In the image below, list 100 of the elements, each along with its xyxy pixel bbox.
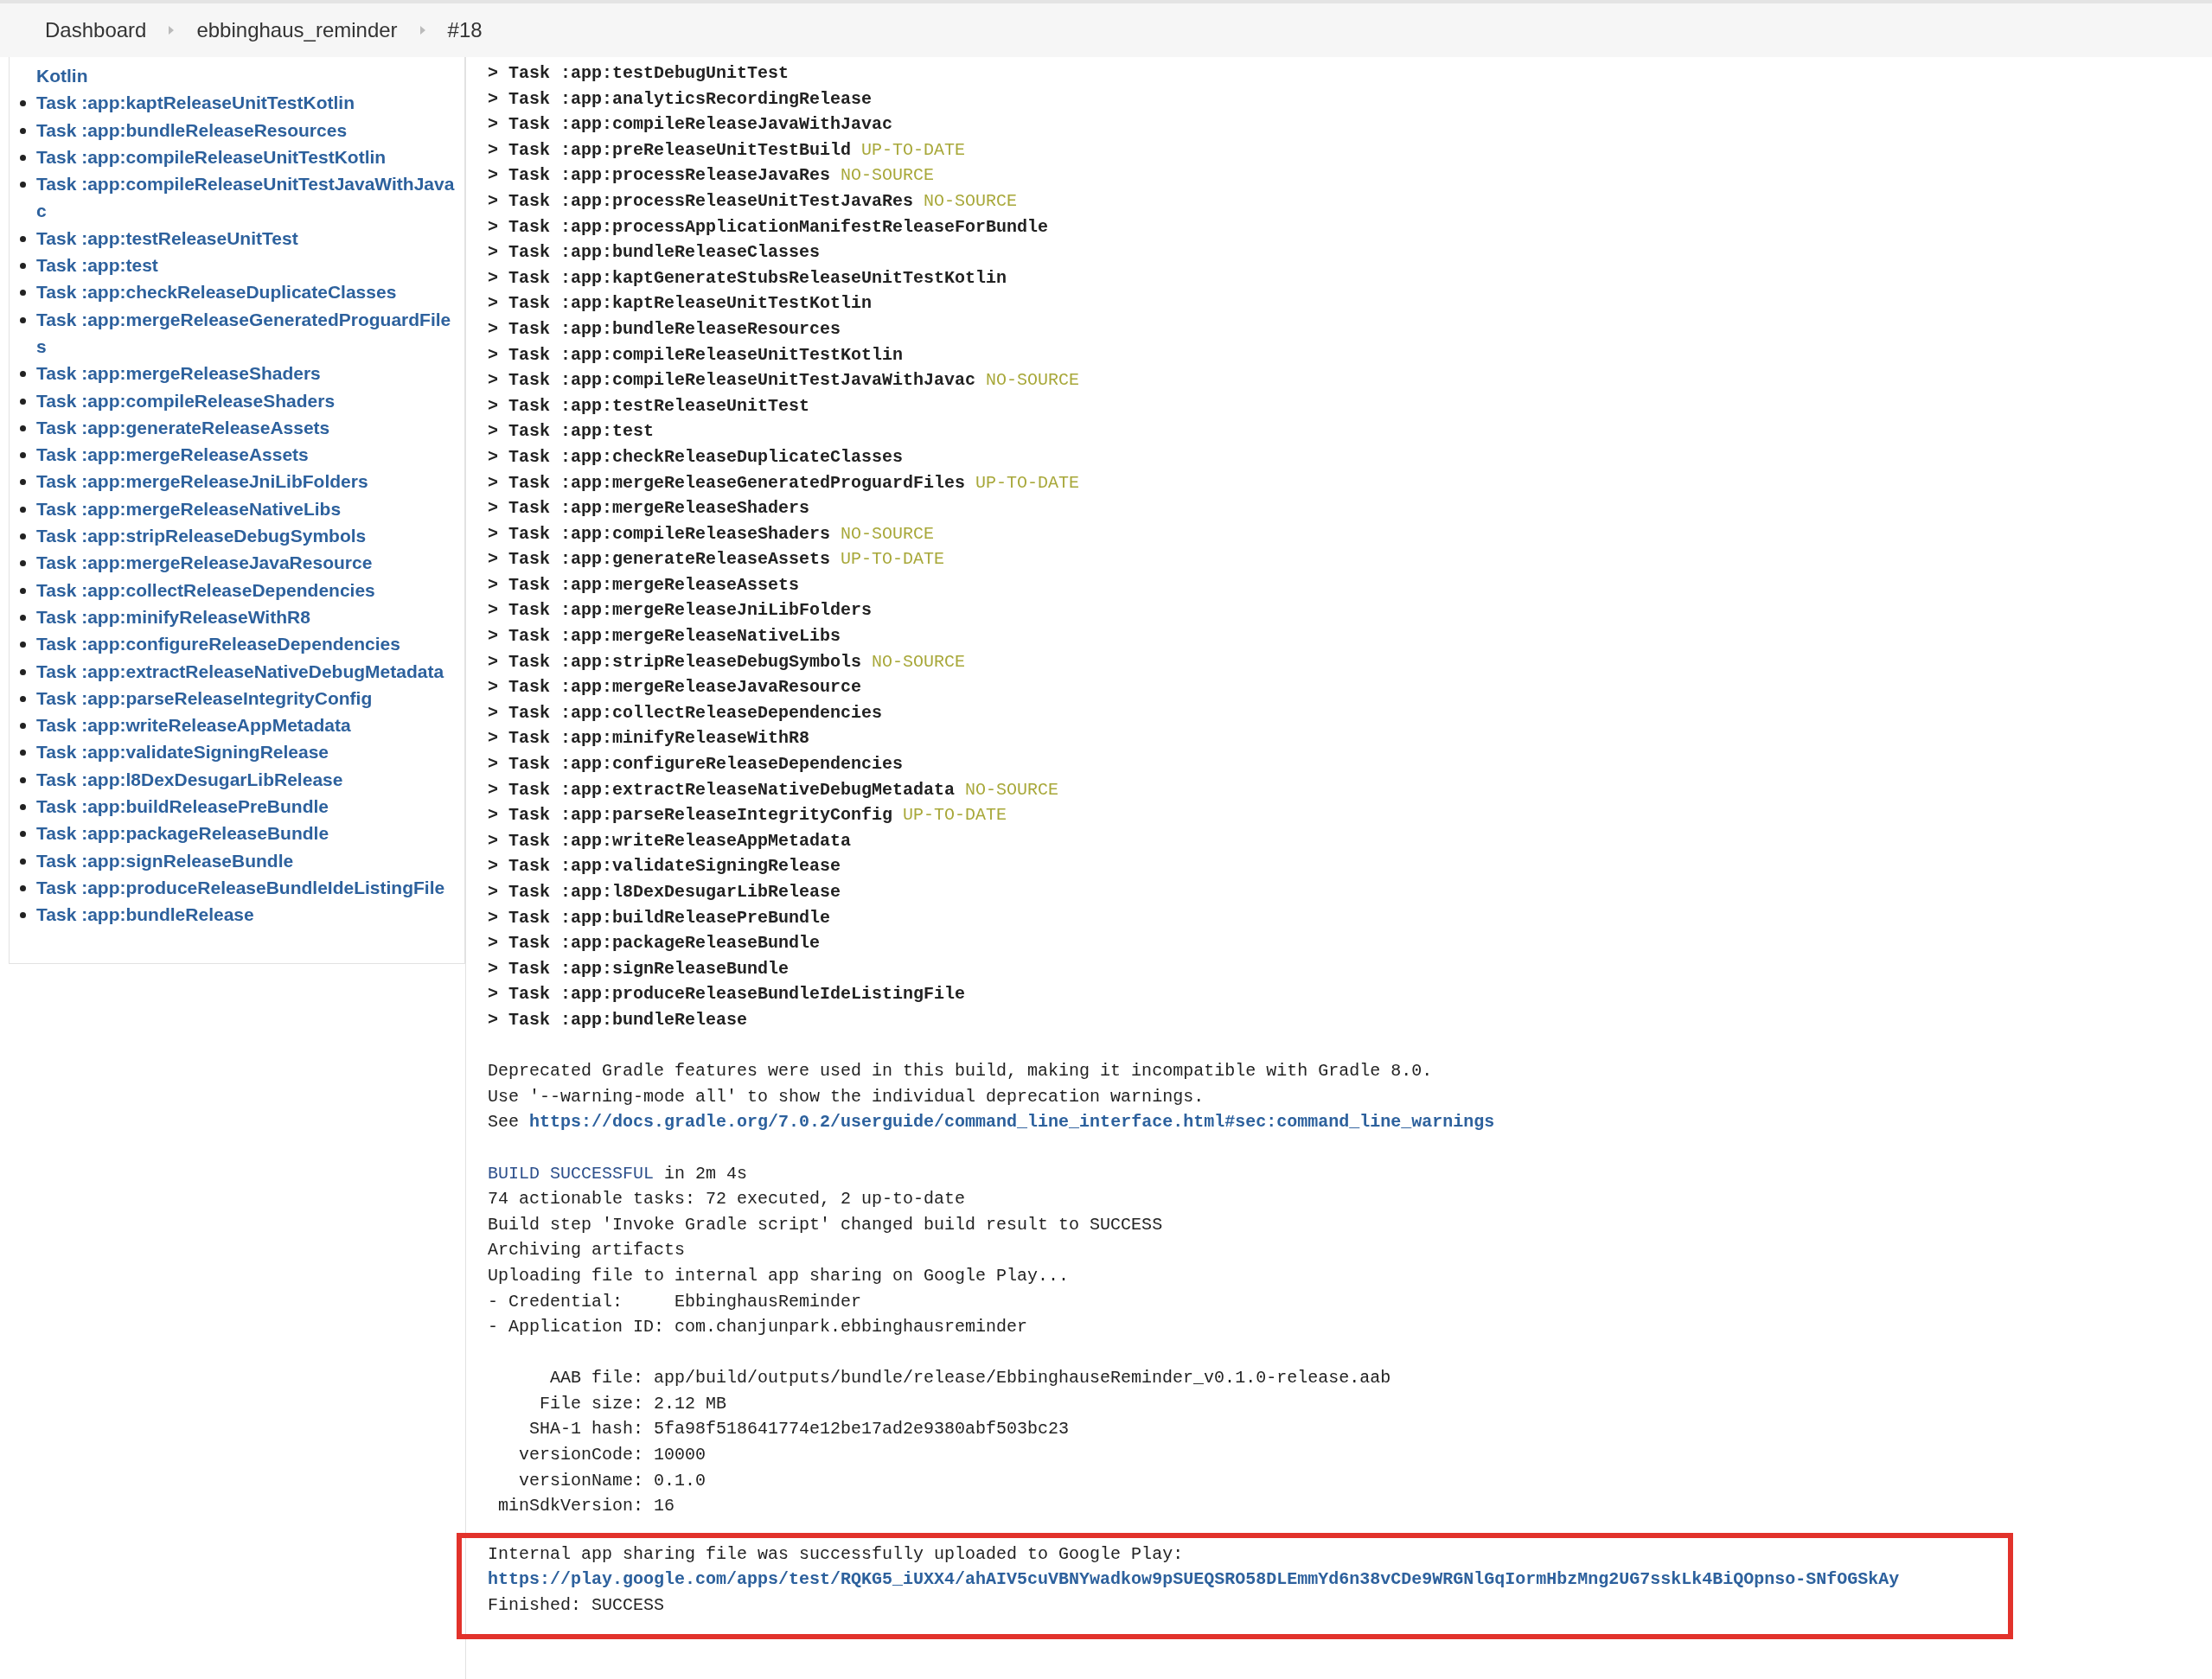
bullet-icon (20, 587, 26, 594)
field-value: 10000 (654, 1444, 706, 1467)
task-line: > Task :app:minifyReleaseWithR8 (488, 727, 810, 750)
task-line: > Task :app:writeReleaseAppMetadata (488, 829, 852, 852)
task-line: > Task :app:packageReleaseBundle (488, 932, 821, 955)
task-link[interactable]: Task :app:compileReleaseUnitTestJavaWithJavac (36, 170, 457, 225)
bullet-icon (20, 642, 26, 648)
breadcrumb-link[interactable]: Dashboard (45, 18, 147, 42)
task-link[interactable]: Task :app:produceReleaseBundleIdeListingFile (36, 873, 445, 902)
bullet-icon (20, 804, 26, 810)
task-link[interactable]: Task :app:extractReleaseNativeDebugMetadata (36, 657, 444, 685)
task-link[interactable]: Task :app:writeReleaseAppMetadata (36, 712, 351, 739)
log-line: See (488, 1111, 519, 1134)
log-line: Build step 'Invoke Gradle script' changed build result to SUCCESS (488, 1213, 1163, 1236)
task-line: > Task :app:bundleReleaseResources (488, 317, 841, 341)
task-line: > Task :app:signReleaseBundle (488, 957, 790, 980)
chevron-icon (418, 24, 427, 36)
task-line: > Task :app:compileReleaseUnitTestKotlin (488, 343, 904, 367)
task-line: > Task :app:bundleRelease (488, 1008, 748, 1031)
bullet-icon (20, 425, 26, 431)
task-link[interactable]: Task :app:generateReleaseAssets (36, 413, 330, 442)
log-line: Finished: SUCCESS (488, 1594, 665, 1618)
bullet-icon (20, 290, 26, 297)
task-line: > Task :app:produceReleaseBundleIdeListingFile (488, 983, 966, 1006)
bullet-icon (20, 479, 26, 486)
task-line: > Task :app:mergeReleaseJniLibFolders (488, 599, 873, 622)
task-line: > Task :app:collectReleaseDependencies (488, 701, 883, 725)
log-line: Use '--warning-mode all' to show the individual deprecation warnings. (488, 1085, 1205, 1108)
task-link[interactable]: Task :app:minifyReleaseWithR8 (36, 603, 310, 631)
bullet-icon (20, 398, 26, 405)
task-line: > Task :app:generateReleaseAssets (488, 548, 831, 571)
bullet-icon (20, 182, 26, 188)
task-line: > Task :app:testReleaseUnitTest (488, 394, 810, 418)
task-link[interactable]: Task :app:collectReleaseDependencies (36, 576, 375, 603)
bullet-icon (20, 263, 26, 270)
field-value: 0.1.0 (654, 1469, 706, 1492)
task-link[interactable]: Task :app:parseReleaseIntegrityConfig (36, 684, 373, 712)
bullet-icon (20, 316, 26, 323)
task-line: > Task :app:processReleaseJavaRes (488, 164, 831, 188)
task-link[interactable]: Task :app:compileReleaseShaders (36, 386, 336, 414)
task-link[interactable]: Task :app:bundleReleaseResources (36, 116, 348, 144)
bullet-icon (20, 154, 26, 161)
bullet-icon (20, 452, 26, 459)
task-line: > Task :app:mergeReleaseShaders (488, 497, 810, 520)
task-link[interactable]: Task :app:l8DexDesugarLibRelease (36, 765, 343, 793)
play-link[interactable]: https://play.google.com/apps/test/RQKG5_iUXX4/ahAIV5cuVBNYwadkow9pSUEQSRO58DLEmmYd6n38vCDe9WRGNlGqIormHbzMng2UG7sskLk4BiQOpnso-SNfOGSkAy (488, 1567, 1900, 1593)
bullet-icon (20, 533, 26, 540)
task-line: > Task :app:bundleReleaseClasses (488, 241, 821, 265)
task-link[interactable]: Task :app:stripReleaseDebugSymbols (36, 522, 367, 550)
task-link[interactable]: Task :app:mergeReleaseAssets (36, 441, 309, 469)
task-line: > Task :app:parseReleaseIntegrityConfig (488, 804, 893, 827)
task-link[interactable]: Task :app:mergeReleaseShaders (36, 360, 321, 387)
task-line: > Task :app:extractReleaseNativeDebugMetadata (488, 778, 956, 801)
task-line: > Task :app:compileReleaseShaders (488, 522, 831, 546)
task-link[interactable]: Task :app:packageReleaseBundle (36, 820, 329, 847)
task-status: NO-SOURCE (841, 522, 935, 546)
task-link[interactable]: Task :app:test (36, 252, 158, 279)
task-link[interactable]: Task :app:mergeReleaseJniLibFolders (36, 468, 368, 495)
bullet-icon (20, 127, 26, 134)
task-link[interactable]: Task :app:kaptReleaseUnitTestKotlin (36, 89, 355, 117)
task-line: > Task :app:kaptGenerateStubsReleaseUnitTestKotlin (488, 266, 1007, 290)
task-link[interactable]: Task :app:buildReleasePreBundle (36, 793, 329, 820)
task-link[interactable]: Task :app:mergeReleaseJavaResource (36, 549, 373, 577)
log-line: 74 actionable tasks: 72 executed, 2 up-to-date (488, 1188, 966, 1211)
field-value: 5fa98f518641774e12be17ad2e9380abf503bc23 (654, 1418, 1070, 1441)
task-status: NO-SOURCE (872, 650, 966, 674)
field-label: versionCode: (518, 1444, 643, 1467)
task-link[interactable]: Task :app:bundleRelease (36, 901, 254, 929)
task-line: > Task :app:kaptReleaseUnitTestKotlin (488, 292, 873, 316)
field-label: minSdkVersion: (497, 1495, 643, 1518)
task-link[interactable]: Task :app:compileReleaseUnitTestKotlin (36, 143, 387, 171)
task-line: > Task :app:compileReleaseJavaWithJavac (488, 113, 893, 137)
task-link[interactable]: Task :app:signReleaseBundle (36, 846, 294, 874)
field-value: 2.12 MB (654, 1392, 727, 1415)
bullet-icon (20, 831, 26, 838)
task-link[interactable]: Kotlin (36, 62, 88, 90)
bullet-icon (20, 776, 26, 783)
task-line: > Task :app:checkReleaseDuplicateClasses (488, 445, 904, 469)
task-link[interactable]: Task :app:testReleaseUnitTest (36, 224, 298, 252)
task-link[interactable]: Task :app:configureReleaseDependencies (36, 630, 400, 658)
task-line: > Task :app:processApplicationManifestReleaseForBundle (488, 215, 1049, 239)
log-line: - Application ID: com.chanjunpark.ebbinghausreminder (488, 1316, 1028, 1339)
docs-link[interactable]: https://docs.gradle.org/7.0.2/userguide/command_line_interface.html#sec:command_line_warnings (529, 1109, 1495, 1135)
field-value: app/build/outputs/bundle/release/EbbinghauseReminder_v0.1.0-release.aab (654, 1367, 1391, 1390)
breadcrumb-link[interactable]: #18 (447, 18, 483, 42)
task-link[interactable]: Task :app:mergeReleaseGeneratedProguardFiles (36, 305, 457, 361)
task-line: > Task :app:mergeReleaseGeneratedProguardFiles (488, 471, 966, 495)
task-status: NO-SOURCE (841, 164, 935, 188)
bullet-icon (20, 695, 26, 702)
bullet-icon (20, 668, 26, 675)
bullet-icon (20, 912, 26, 919)
task-status: UP-TO-DATE (903, 804, 1007, 827)
task-line: > Task :app:processReleaseUnitTestJavaRes (488, 189, 914, 213)
task-link[interactable]: Task :app:mergeReleaseNativeLibs (36, 495, 342, 523)
task-link[interactable]: Task :app:validateSigningRelease (36, 738, 329, 766)
field-label: File size: (539, 1392, 643, 1415)
breadcrumb-link[interactable]: ebbinghaus_reminder (196, 18, 398, 42)
log-line: Deprecated Gradle features were used in this build, making it incompatible with Gradle 8.0. (488, 1060, 1433, 1083)
task-link[interactable]: Task :app:checkReleaseDuplicateClasses (36, 278, 397, 306)
task-line: > Task :app:l8DexDesugarLibRelease (488, 881, 841, 903)
